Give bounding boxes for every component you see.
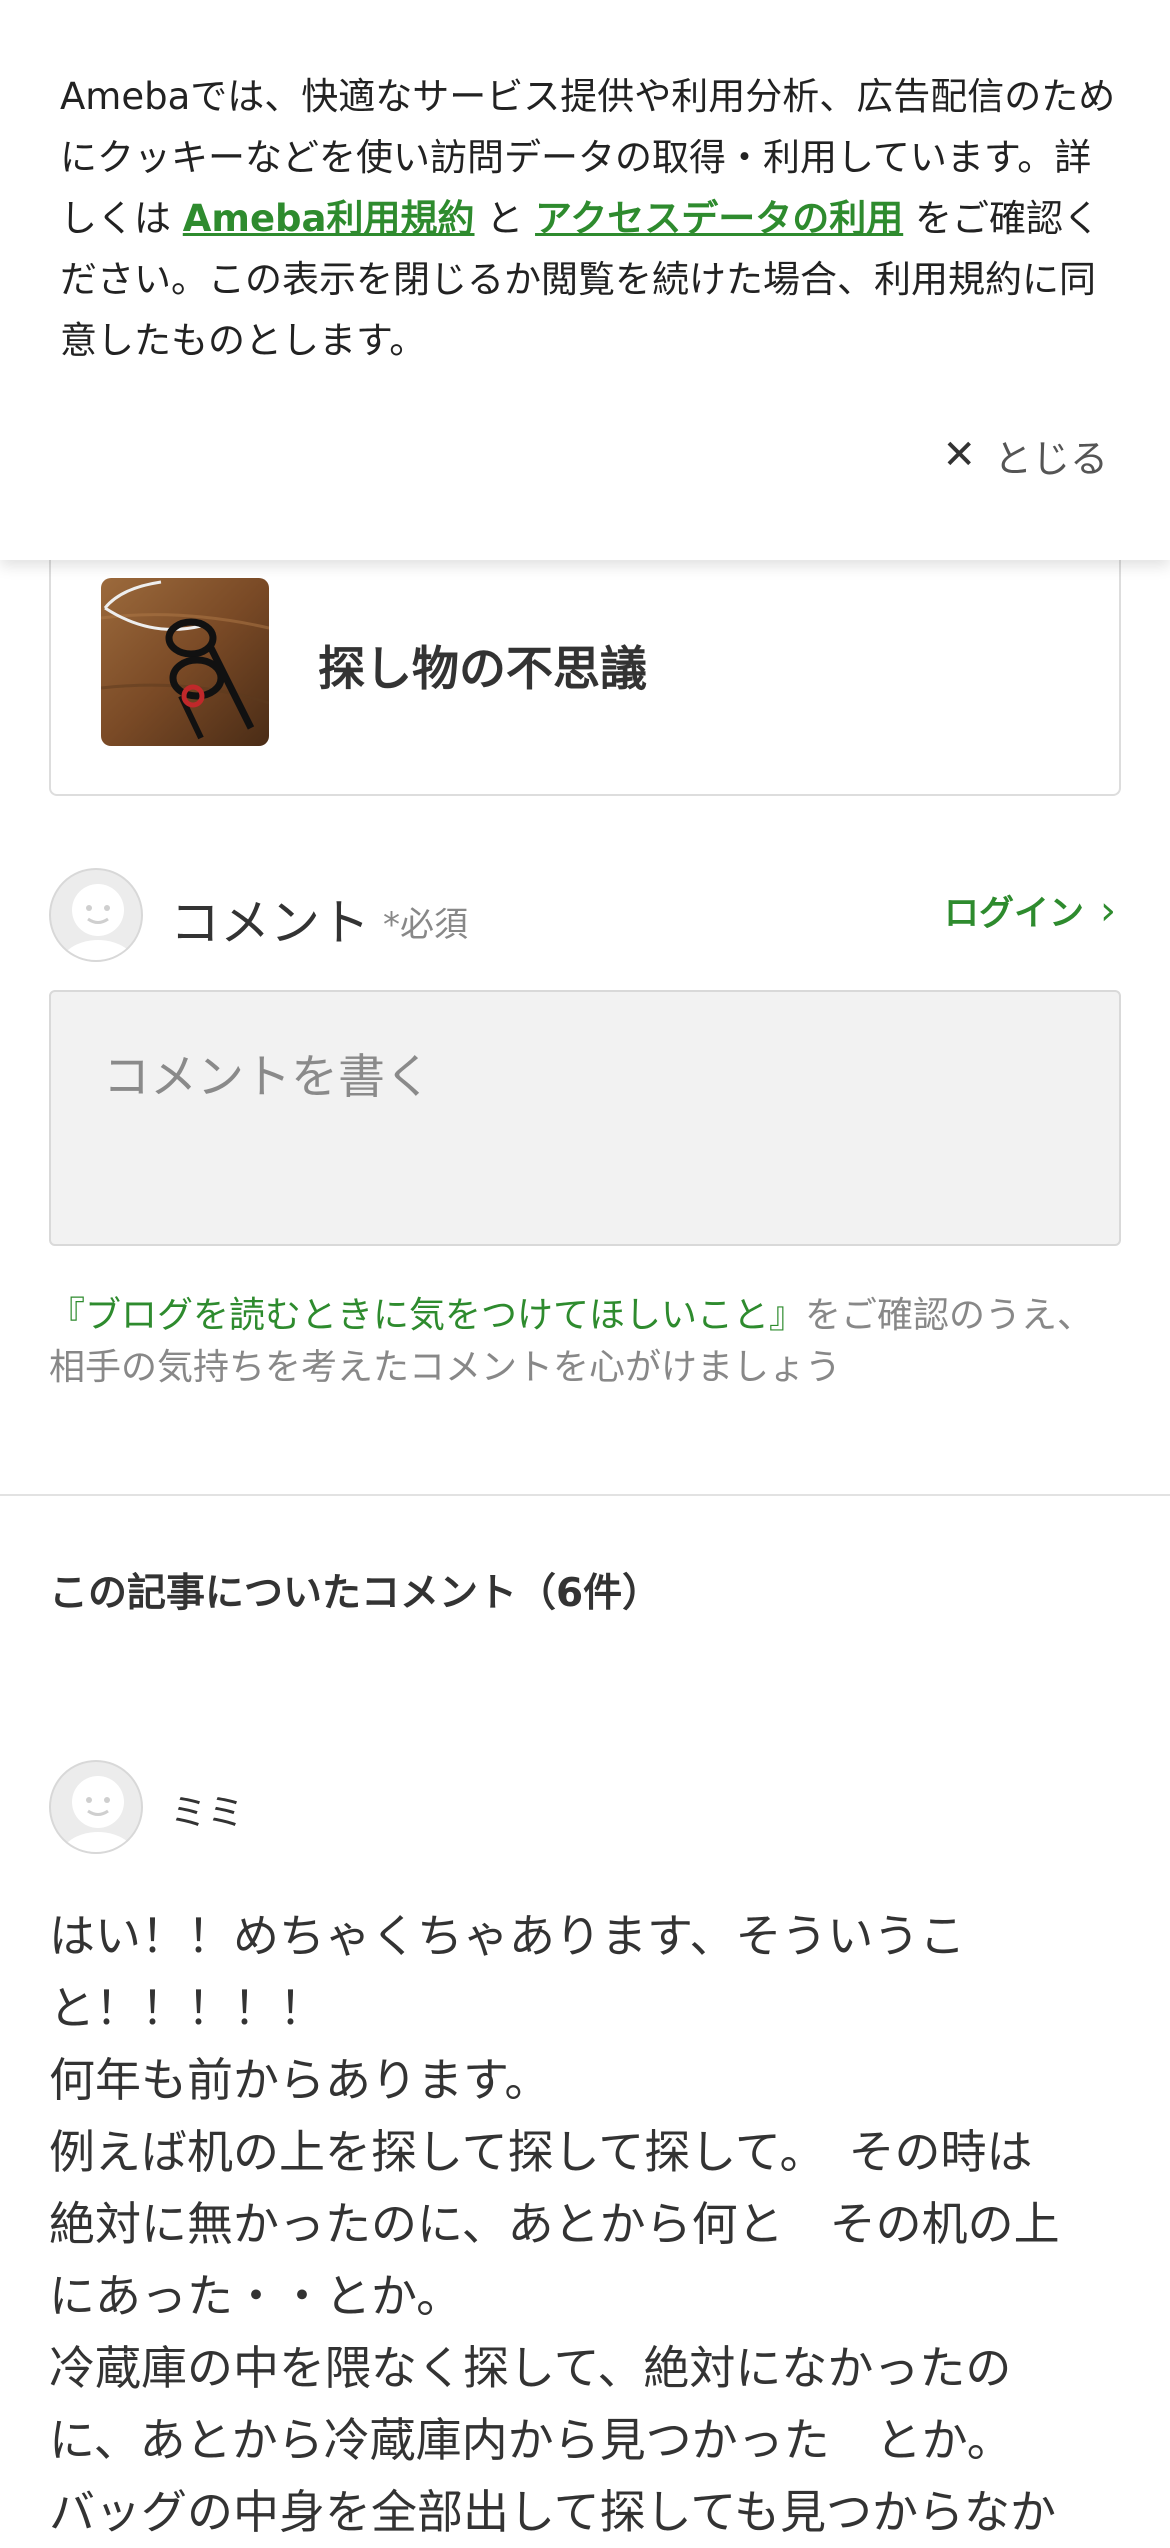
terms-link[interactable]: Ameba利用規約 [183, 197, 475, 240]
chevron-right-icon: › [1100, 887, 1116, 934]
comment-line: バッグの中身を全部出して探しても見つからなか [49, 2485, 1056, 2539]
comment-body: はい！！めちゃくちゃあります、そういうこ と！！！！！ 何年も前からあります。 … [49, 1900, 1134, 2548]
login-label: ログイン [943, 894, 1084, 934]
comment-line: 冷蔵庫の中を隈なく探して、絶対になかったの [49, 2341, 1012, 2395]
commenter-avatar[interactable] [49, 1760, 143, 1854]
comment-line: にあった・・とか。 [49, 2269, 463, 2323]
cookie-text-and: と [474, 197, 536, 240]
cookie-message: Amebaでは、快適なサービス提供や利用分析、広告配信のためにクッキーなどを使い… [60, 66, 1120, 371]
section-divider [0, 1494, 1170, 1496]
comment-line: 例えば机の上を探して探して探して。 その時は [49, 2125, 1033, 2179]
comment-line: に、あとから冷蔵庫内から見つかった とか。 [49, 2413, 1013, 2467]
comment-line: はい！！めちゃくちゃあります、そういうこ [49, 1909, 966, 1963]
article-title[interactable]: 探し物の不思議 [318, 630, 647, 699]
comment-input[interactable] [49, 990, 1121, 1246]
commenter-name[interactable]: ミミ [170, 1782, 244, 1836]
close-icon: ✕ [942, 432, 976, 478]
user-avatar [49, 868, 143, 962]
cookie-banner: Amebaでは、快適なサービス提供や利用分析、広告配信のためにクッキーなどを使い… [0, 0, 1170, 560]
close-label: とじる [993, 436, 1108, 481]
comment-line: 絶対に無かったのに、あとから何と その机の上 [49, 2197, 1060, 2251]
comment-guideline-note: 『ブログを読むときに気をつけてほしいこと』をご確認のうえ、相手の気持ちを考えたコ… [49, 1290, 1129, 1394]
access-data-link[interactable]: アクセスデータの利用 [535, 197, 903, 240]
comment-label: コメント [170, 894, 370, 952]
comment-line: と！！！！！ [49, 1981, 325, 2035]
comment-line: 何年も前からあります。 [49, 2053, 551, 2107]
required-marker: *必須 [383, 905, 468, 945]
article-card[interactable]: 探し物の不思議 [49, 520, 1121, 796]
guideline-link[interactable]: 『ブログを読むときに気をつけてほしいこと』 [49, 1295, 805, 1336]
article-thumbnail [101, 578, 269, 746]
comments-heading: この記事についたコメント（6件） [49, 1571, 662, 1616]
login-link[interactable]: ログイン › [944, 885, 1116, 936]
close-button[interactable]: ✕ とじる [942, 425, 1108, 485]
